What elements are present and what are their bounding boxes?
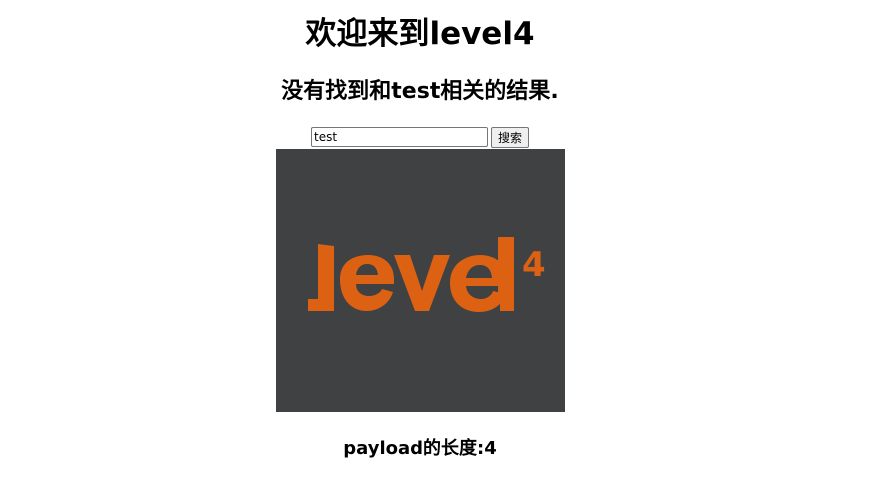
- logo-letter-e1: [340, 255, 394, 311]
- search-input[interactable]: [310, 127, 488, 147]
- search-form: 搜索: [0, 127, 840, 149]
- payload-length: payload的长度:4: [343, 438, 497, 459]
- level4-logo-image: 4: [276, 149, 565, 412]
- logo-letter-l2: [498, 237, 514, 311]
- page: 欢迎来到level4 没有找到和test相关的结果. 搜索 4 payload的…: [0, 0, 869, 484]
- level4-logo-svg: 4: [276, 149, 565, 412]
- search-result-message: 没有找到和test相关的结果.: [281, 79, 559, 104]
- page-title: 欢迎来到level4: [305, 16, 535, 52]
- logo-superscript-4: 4: [522, 245, 546, 285]
- search-button[interactable]: 搜索: [490, 127, 529, 148]
